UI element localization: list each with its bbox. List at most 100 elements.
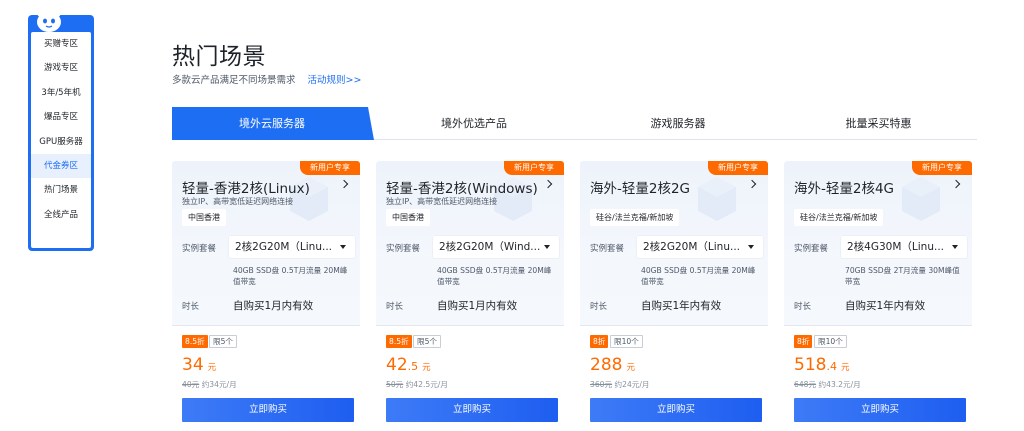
chevron-right-icon[interactable]: [339, 179, 349, 189]
original-price-value: 648元: [794, 380, 817, 389]
spec-label: 实例套餐: [590, 244, 625, 254]
chevron-right-icon[interactable]: [951, 179, 961, 189]
original-price-value: 360元: [590, 380, 613, 389]
page: 买赠专区 游戏专区 3年/5年机 爆品专区 GPU服务器 代金券区 热门场景 全…: [0, 0, 1024, 431]
price-fraction: .4: [826, 360, 837, 373]
rules-link[interactable]: 活动规则>>: [308, 75, 362, 86]
spec-label: 实例套餐: [386, 244, 421, 254]
side-nav-item-game[interactable]: 游戏专区: [31, 56, 91, 80]
product-card: 新用户专享 海外-轻量2核2G 硅谷/法兰克福/新加坡 实例套餐 2核2G20M…: [580, 161, 768, 431]
cube-decoration-icon: [698, 177, 736, 221]
region-tag[interactable]: 中国香港: [386, 209, 430, 226]
card-title[interactable]: 海外-轻量2核2G: [590, 177, 690, 197]
chevron-right-icon[interactable]: [747, 179, 757, 189]
monthly-price: 约24元/月: [614, 380, 650, 389]
new-user-ribbon: 新用户专享: [708, 161, 768, 175]
limit-badge: 限5个: [209, 335, 238, 348]
price-integer: 34: [182, 355, 204, 375]
discount-badge: 8.5折: [182, 335, 208, 348]
limit-badge: 限10个: [814, 335, 847, 348]
spec-label: 实例套餐: [794, 244, 829, 254]
card-title[interactable]: 轻量-香港2核(Linux): [182, 177, 310, 197]
side-nav-item-all-products[interactable]: 全线产品: [31, 203, 91, 227]
discount-badge: 8.5折: [386, 335, 412, 348]
original-price: 40元 约34元/月: [182, 379, 237, 390]
monthly-price: 约42.5元/月: [405, 380, 448, 389]
price-unit: 元: [840, 363, 850, 373]
card-title[interactable]: 海外-轻量2核4G: [794, 177, 894, 197]
caret-down-icon: [952, 245, 958, 249]
discount-badge: 8折: [794, 335, 813, 348]
tab-overseas-picks[interactable]: 境外优选产品: [372, 107, 576, 140]
monthly-price: 约43.2元/月: [818, 380, 861, 389]
cube-decoration-icon: [902, 177, 940, 221]
tab-bulk-deals[interactable]: 批量采买特惠: [780, 107, 977, 140]
region-tag[interactable]: 硅谷/法兰克福/新加坡: [794, 209, 884, 226]
new-user-ribbon: 新用户专享: [300, 161, 360, 175]
card-title[interactable]: 轻量-香港2核(Windows): [386, 177, 538, 197]
original-price: 648元 约43.2元/月: [794, 379, 861, 390]
buy-now-button[interactable]: 立即购买: [386, 398, 558, 422]
spec-select[interactable]: 2核2G20M（Linu...: [637, 236, 763, 258]
price-fraction: .5: [407, 360, 419, 373]
page-title: 热门场景: [172, 44, 266, 70]
side-nav-item-vouchers[interactable]: 代金券区: [31, 153, 91, 179]
original-price: 360元 约24元/月: [590, 379, 650, 390]
back-to-top-button[interactable]: 回到顶部: [28, 233, 94, 251]
product-card: 新用户专享 轻量-香港2核(Windows) 独立IP、高带宽低延迟网络连接 中…: [376, 161, 564, 431]
product-card: 新用户专享 海外-轻量2核4G 硅谷/法兰克福/新加坡 实例套餐 2核4G30M…: [784, 161, 972, 431]
price-unit: 元: [626, 363, 635, 373]
discount-badge: 8折: [590, 335, 609, 348]
duration-value: 自购买1年内有效: [641, 300, 722, 312]
buy-now-button[interactable]: 立即购买: [794, 398, 966, 422]
region-tag[interactable]: 中国香港: [182, 209, 226, 226]
subtitle-text: 多款云产品满足不同场景需求: [172, 75, 296, 86]
chevron-right-icon[interactable]: [543, 179, 553, 189]
side-nav-item-multi-year[interactable]: 3年/5年机: [31, 81, 91, 105]
duration-label: 时长: [590, 302, 608, 312]
spec-note: 40GB SSD盘 0.5T月流量 20M峰值带宽: [437, 266, 552, 286]
spec-select[interactable]: 2核2G20M（Linu...: [229, 236, 355, 258]
tab-game-servers[interactable]: 游戏服务器: [576, 107, 780, 140]
side-nav-item-hot-products[interactable]: 爆品专区: [31, 105, 91, 129]
side-nav-item-hot-scenes[interactable]: 热门场景: [31, 178, 91, 202]
side-nav: 买赠专区 游戏专区 3年/5年机 爆品专区 GPU服务器 代金券区 热门场景 全…: [28, 9, 94, 251]
side-nav-item-gift[interactable]: 买赠专区: [31, 32, 91, 56]
buy-now-button[interactable]: 立即购买: [182, 398, 354, 422]
side-nav-item-gpu[interactable]: GPU服务器: [31, 130, 91, 154]
duration-label: 时长: [794, 302, 812, 312]
caret-down-icon: [748, 245, 754, 249]
spec-note: 40GB SSD盘 0.5T月流量 20M峰值带宽: [233, 266, 348, 286]
spec-select[interactable]: 2核4G30M（Linu...: [841, 236, 967, 258]
back-to-top-label: 回到顶部: [39, 237, 74, 247]
original-price: 50元 约42.5元/月: [386, 379, 448, 390]
tab-overseas-cloud[interactable]: 境外云服务器: [172, 107, 372, 140]
price: 518.4 元: [794, 355, 849, 375]
price-unit: 元: [422, 363, 431, 373]
duration-value: 自购买1月内有效: [233, 300, 314, 312]
spec-select-value: 2核2G20M（Wind...: [439, 241, 541, 253]
new-user-ribbon: 新用户专享: [912, 161, 972, 175]
page-subtitle: 多款云产品满足不同场景需求 活动规则>>: [172, 72, 361, 86]
duration-label: 时长: [182, 302, 200, 312]
price-unit: 元: [207, 363, 217, 373]
price-integer: 288: [590, 355, 623, 375]
duration-value: 自购买1年内有效: [845, 300, 926, 312]
mascot-icon: [37, 9, 61, 32]
region-tag[interactable]: 硅谷/法兰克福/新加坡: [590, 209, 680, 226]
spec-note: 70GB SSD盘 2T月流量 30M峰值带宽: [845, 266, 960, 286]
product-card: 新用户专享 轻量-香港2核(Linux) 独立IP、高带宽低延迟网络连接 中国香…: [172, 161, 360, 431]
limit-badge: 限5个: [413, 335, 442, 348]
caret-down-icon: [544, 245, 550, 249]
scene-tabs: 境外云服务器 境外优选产品 游戏服务器 批量采买特惠: [172, 107, 977, 140]
buy-now-button[interactable]: 立即购买: [590, 398, 762, 422]
price-integer: 42: [386, 355, 408, 375]
duration-label: 时长: [386, 302, 404, 312]
spec-select[interactable]: 2核2G20M（Wind...: [433, 236, 559, 258]
spec-label: 实例套餐: [182, 244, 217, 254]
original-price-value: 50元: [386, 380, 404, 389]
limit-badge: 限10个: [610, 335, 643, 348]
monthly-price: 约34元/月: [201, 380, 237, 389]
price: 288 元: [590, 355, 635, 375]
spec-select-value: 2核2G20M（Linu...: [643, 241, 741, 253]
